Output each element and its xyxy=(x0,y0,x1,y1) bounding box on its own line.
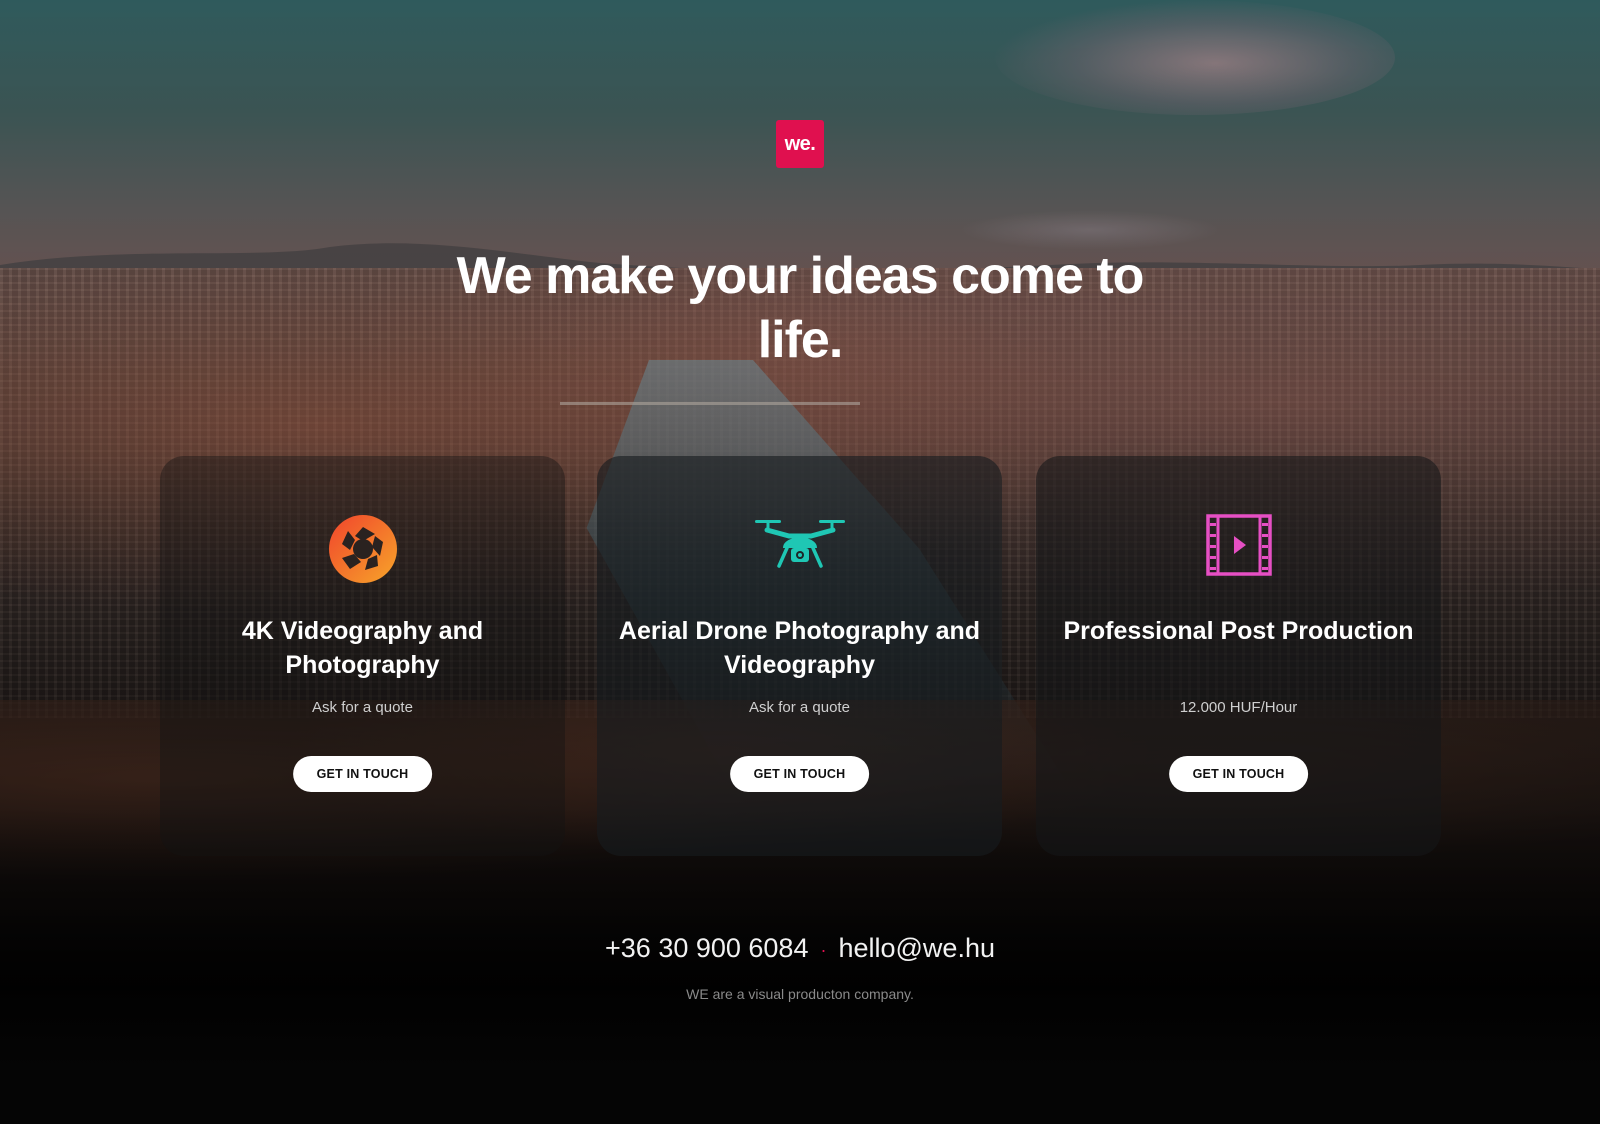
aperture-icon xyxy=(328,514,398,589)
service-title: Professional Post Production xyxy=(1063,617,1414,645)
phone-link[interactable]: +36 30 900 6084 xyxy=(605,933,808,963)
services-list: 4K Videography and Photography Ask for a… xyxy=(160,456,1441,856)
page-title: We make your ideas come to life. xyxy=(456,247,1145,369)
service-price: Ask for a quote xyxy=(312,699,413,716)
footer-tagline: WE are a visual producton company. xyxy=(686,986,914,1002)
contact-info: +36 30 900 6084 · hello@we.hu xyxy=(500,930,1100,968)
drone-icon xyxy=(753,514,847,579)
logo[interactable]: we. xyxy=(776,120,824,168)
service-price: Ask for a quote xyxy=(749,699,850,716)
service-title: 4K Videography and Photography xyxy=(241,617,484,679)
service-card: Professional Post Production 12.000 HUF/… xyxy=(1036,456,1441,856)
get-in-touch-button[interactable]: GET IN TOUCH xyxy=(729,756,870,792)
service-card: 4K Videography and Photography Ask for a… xyxy=(160,456,565,856)
separator-dot: · xyxy=(820,939,827,960)
get-in-touch-button[interactable]: GET IN TOUCH xyxy=(292,756,433,792)
service-price: 12.000 HUF/Hour xyxy=(1179,699,1298,716)
get-in-touch-button[interactable]: GET IN TOUCH xyxy=(1168,756,1309,792)
service-title: Aerial Drone Photography and Videography xyxy=(618,617,981,679)
service-card: Aerial Drone Photography and Videography… xyxy=(597,456,1002,856)
email-link[interactable]: hello@we.hu xyxy=(838,933,995,963)
film-play-icon xyxy=(1205,514,1272,581)
